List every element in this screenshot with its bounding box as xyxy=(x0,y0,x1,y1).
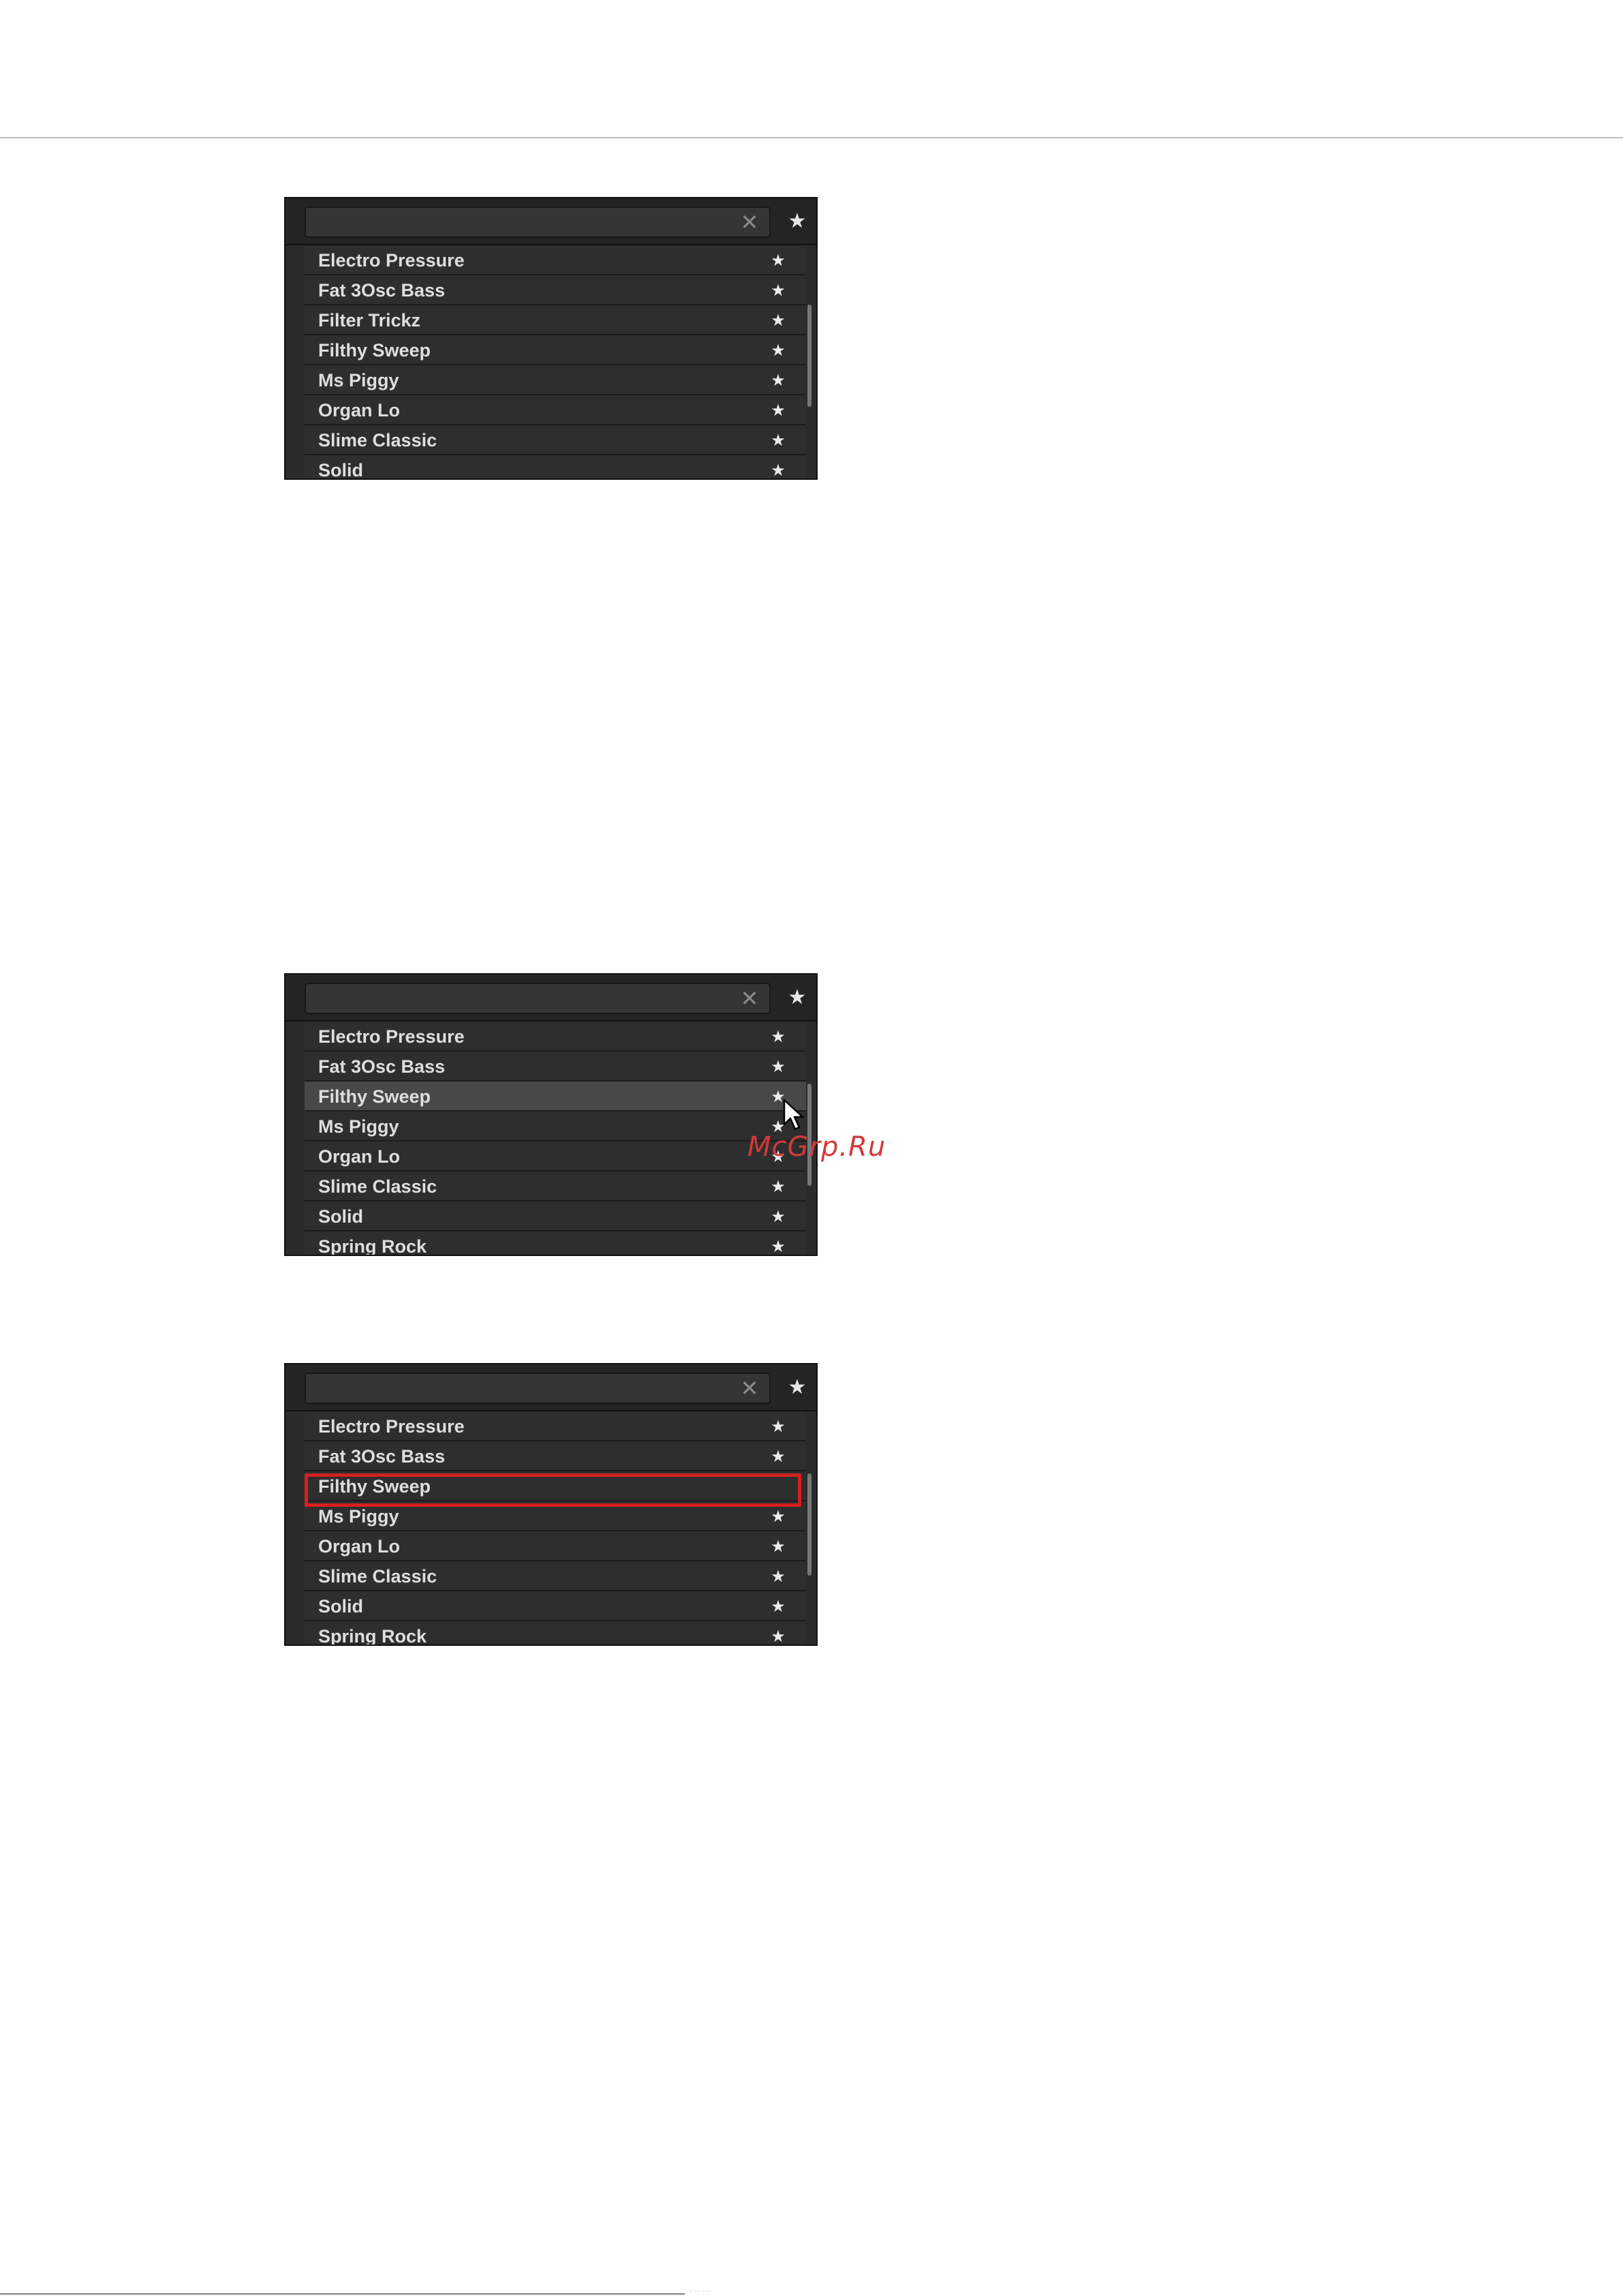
preset-browser-2: ✕ ★ Electro Pressure ★ Fat 3Osc Bass ★ Fil… xyxy=(284,973,818,1256)
clear-search-icon[interactable]: ✕ xyxy=(739,987,760,1010)
search-input[interactable] xyxy=(314,987,726,1011)
list-item[interactable]: Slime Classic ★ xyxy=(305,1172,806,1201)
search-input[interactable] xyxy=(314,1377,726,1401)
preset-browser-1: ✕ ★ Electro Pressure ★ Fat 3Osc Bass ★ Fil… xyxy=(284,197,818,480)
list-item[interactable]: Organ Lo ★ xyxy=(305,1531,806,1561)
item-label: Fat 3Osc Bass xyxy=(318,1446,446,1467)
item-label: Ms Piggy xyxy=(318,370,399,391)
preset-list: Electro Pressure ★ Fat 3Osc Bass ★ Filter … xyxy=(305,245,806,480)
footer-marks: · ·· ··· xyxy=(690,2289,711,2295)
favorites-filter-star-icon[interactable]: ★ xyxy=(784,206,811,236)
list-item[interactable]: Solid ★ xyxy=(305,455,806,480)
list-item[interactable]: Fat 3Osc Bass ★ xyxy=(305,1052,806,1082)
favorites-filter-star-icon[interactable]: ★ xyxy=(784,983,811,1013)
favorite-star-icon[interactable]: ★ xyxy=(768,1591,788,1621)
search-field[interactable]: ✕ xyxy=(305,983,771,1014)
item-label: Organ Lo xyxy=(318,400,400,420)
favorite-star-icon[interactable]: ★ xyxy=(768,1531,788,1561)
list-item[interactable]: Electro Pressure ★ xyxy=(305,245,806,275)
item-label: Slime Classic xyxy=(318,430,437,450)
page-footer-rule xyxy=(0,2293,685,2295)
highlight-annotation-box xyxy=(305,1473,801,1507)
favorite-star-icon[interactable]: ★ xyxy=(768,1022,788,1052)
list-item[interactable]: Organ Lo ★ xyxy=(305,395,806,425)
clear-search-icon[interactable]: ✕ xyxy=(739,1377,760,1400)
item-label: Organ Lo xyxy=(318,1146,400,1167)
item-label: Electro Pressure xyxy=(318,1026,465,1047)
item-label: Spring Rock xyxy=(318,1626,427,1646)
list-item[interactable]: Fat 3Osc Bass ★ xyxy=(305,1441,806,1471)
clear-search-icon[interactable]: ✕ xyxy=(739,211,760,234)
favorites-filter-star-icon[interactable]: ★ xyxy=(784,1373,811,1403)
item-label: Electro Pressure xyxy=(318,1416,465,1437)
favorite-star-icon[interactable]: ★ xyxy=(768,1201,788,1231)
favorite-star-icon[interactable]: ★ xyxy=(768,1441,788,1471)
favorite-star-icon[interactable]: ★ xyxy=(768,1621,788,1644)
list-item[interactable]: Spring Rock ★ xyxy=(305,1621,806,1646)
item-label: Solid xyxy=(318,1206,363,1227)
item-label: Fat 3Osc Bass xyxy=(318,1056,446,1077)
list-item[interactable]: Spring Rock ★ xyxy=(305,1231,806,1256)
item-label: Electro Pressure xyxy=(318,250,465,271)
list-scrollbar[interactable] xyxy=(807,1473,812,1576)
favorite-star-icon[interactable]: ★ xyxy=(768,335,788,365)
favorite-star-icon[interactable]: ★ xyxy=(768,425,788,455)
item-label: Slime Classic xyxy=(318,1176,437,1197)
search-input[interactable] xyxy=(314,211,726,235)
item-label: Solid xyxy=(318,1596,363,1617)
list-item[interactable]: Electro Pressure ★ xyxy=(305,1022,806,1052)
favorite-star-icon[interactable]: ★ xyxy=(768,1172,788,1201)
favorite-star-icon[interactable]: ★ xyxy=(768,275,788,305)
search-bar: ✕ ★ xyxy=(285,1364,816,1411)
favorite-star-icon[interactable]: ★ xyxy=(768,245,788,275)
favorite-star-icon[interactable]: ★ xyxy=(768,455,788,478)
item-label: Filthy Sweep xyxy=(318,340,431,361)
item-label: Ms Piggy xyxy=(318,1116,399,1137)
list-item[interactable]: Solid ★ xyxy=(305,1591,806,1621)
item-label: Spring Rock xyxy=(318,1236,427,1256)
item-label: Organ Lo xyxy=(318,1536,400,1557)
search-bar: ✕ ★ xyxy=(285,198,816,245)
favorite-star-icon[interactable]: ★ xyxy=(768,305,788,335)
list-item[interactable]: Ms Piggy ★ xyxy=(305,1112,806,1142)
list-item[interactable]: Filthy Sweep ★ xyxy=(305,335,806,365)
list-scrollbar[interactable] xyxy=(807,305,812,407)
favorite-star-icon[interactable]: ★ xyxy=(768,1231,788,1255)
preset-list: Electro Pressure ★ Fat 3Osc Bass ★ Filthy … xyxy=(305,1411,806,1646)
item-label: Solid xyxy=(318,460,363,480)
favorite-star-icon[interactable]: ★ xyxy=(768,365,788,395)
item-label: Filthy Sweep xyxy=(318,1086,431,1107)
list-item[interactable]: Electro Pressure ★ xyxy=(305,1411,806,1441)
list-item[interactable]: Fat 3Osc Bass ★ xyxy=(305,275,806,305)
item-label: Slime Classic xyxy=(318,1566,437,1587)
favorite-star-icon[interactable]: ★ xyxy=(768,1052,788,1082)
list-item[interactable]: Ms Piggy ★ xyxy=(305,365,806,395)
mouse-cursor-icon xyxy=(783,1099,804,1131)
search-bar: ✕ ★ xyxy=(285,975,816,1022)
favorite-star-icon[interactable]: ★ xyxy=(768,1561,788,1591)
list-item-hovered[interactable]: Filthy Sweep ★ xyxy=(305,1082,806,1112)
list-item[interactable]: Filter Trickz ★ xyxy=(305,305,806,335)
search-field[interactable]: ✕ xyxy=(305,1373,771,1404)
page-header-rule xyxy=(0,137,1623,138)
list-item[interactable]: Solid ★ xyxy=(305,1201,806,1231)
list-item[interactable]: Slime Classic ★ xyxy=(305,1561,806,1591)
item-label: Fat 3Osc Bass xyxy=(318,280,446,301)
preset-list: Electro Pressure ★ Fat 3Osc Bass ★ Filthy … xyxy=(305,1022,806,1256)
list-item[interactable]: Organ Lo ★ xyxy=(305,1142,806,1172)
list-item[interactable]: Slime Classic ★ xyxy=(305,425,806,455)
watermark-text: McGrp.Ru xyxy=(747,1131,886,1163)
favorite-star-icon[interactable]: ★ xyxy=(768,395,788,425)
search-field[interactable]: ✕ xyxy=(305,206,771,238)
item-label: Filter Trickz xyxy=(318,310,421,331)
favorite-star-icon[interactable]: ★ xyxy=(768,1411,788,1441)
